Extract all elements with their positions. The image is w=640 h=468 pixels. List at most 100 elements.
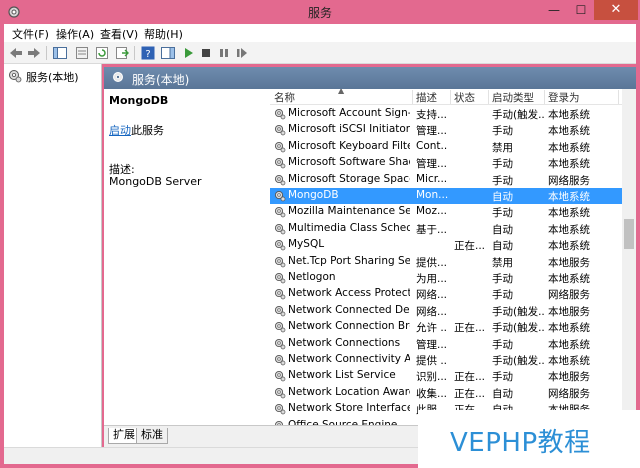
- service-name: MongoDB: [288, 189, 339, 201]
- service-row[interactable]: Network Connection Bro... 允许 ... 正在... 手动(触…: [270, 319, 622, 335]
- column-divider[interactable]: [412, 90, 413, 104]
- service-description: Mon...: [416, 189, 448, 201]
- column-divider[interactable]: [450, 90, 451, 104]
- service-name: Network Location Aware...: [288, 385, 410, 398]
- refresh-icon[interactable]: [94, 45, 110, 61]
- column-divider[interactable]: [488, 90, 489, 104]
- service-gear-icon: [274, 223, 286, 235]
- service-gear-icon: [274, 158, 286, 169]
- service-description: 收集...: [416, 387, 448, 400]
- service-row[interactable]: Microsoft Keyboard Filter Cont... 禁用 本地系统: [270, 139, 622, 155]
- column-header-log-on-as[interactable]: 登录为: [548, 90, 580, 105]
- service-gear-icon: [274, 174, 286, 185]
- console-tree-pane: 服务(本地): [4, 64, 102, 464]
- menu-help[interactable]: 帮助(H): [144, 26, 183, 42]
- pause-service-icon[interactable]: [216, 45, 232, 61]
- service-startup-type: 手动: [492, 125, 513, 138]
- service-log-on-as: 本地系统: [548, 322, 590, 335]
- service-row[interactable]: Microsoft Account Sign-i... 支持... 手动(触发...…: [270, 106, 622, 122]
- menu-view[interactable]: 查看(V): [100, 26, 138, 42]
- pane-header: 服务(本地): [104, 67, 636, 89]
- service-row[interactable]: Net.Tcp Port Sharing Ser... 提供... 禁用 本地服务: [270, 254, 622, 270]
- service-startup-type: 自动: [492, 387, 513, 400]
- service-name: Network Connected Devi...: [288, 303, 410, 316]
- start-service-link[interactable]: 启动: [109, 124, 131, 137]
- service-description-panel: MongoDB 启动此服务 描述: MongoDB Server: [104, 89, 270, 425]
- start-service-suffix: 此服务: [131, 124, 164, 137]
- service-status: 正在...: [454, 322, 486, 335]
- svg-text:?: ?: [145, 49, 150, 60]
- service-name: Microsoft Account Sign-i...: [288, 107, 410, 119]
- menu-file[interactable]: 文件(F): [12, 26, 49, 42]
- service-startup-type: 自动: [492, 223, 513, 236]
- service-gear-icon: [274, 125, 286, 136]
- service-gear-icon: [274, 322, 286, 333]
- service-row[interactable]: Microsoft Software Shad... 管理... 手动 本地系统: [270, 155, 622, 171]
- start-service-icon[interactable]: [180, 45, 196, 61]
- service-description: Moz...: [416, 205, 448, 218]
- service-description: 管理...: [416, 338, 448, 351]
- service-gear-icon: [274, 108, 286, 120]
- service-row[interactable]: MongoDB Mon... 自动 本地系统: [270, 188, 622, 205]
- restart-service-icon[interactable]: [234, 45, 250, 61]
- export-list-icon[interactable]: [114, 45, 130, 61]
- service-gear-icon: [274, 371, 286, 382]
- column-header-name[interactable]: 名称: [274, 90, 295, 105]
- service-row[interactable]: Network Connected Devi... 网络... 手动(触发... 本地…: [270, 303, 622, 319]
- service-startup-type: 手动(触发...: [492, 305, 544, 318]
- console-tree-icon[interactable]: [52, 45, 68, 61]
- scrollbar-thumb[interactable]: [624, 219, 634, 249]
- service-row[interactable]: Netlogon 为用... 手动 本地系统: [270, 270, 622, 286]
- service-description: 识别...: [416, 371, 448, 384]
- service-row[interactable]: Mozilla Maintenance Ser... Moz... 手动 本地系统: [270, 204, 622, 220]
- service-name: Microsoft iSCSI Initiator ...: [288, 123, 410, 136]
- minimize-button[interactable]: —: [540, 0, 568, 20]
- back-arrow-icon[interactable]: [8, 45, 24, 61]
- stop-service-icon[interactable]: [198, 45, 214, 61]
- service-row[interactable]: Network Connectivity Ass... 提供 ... 手动(触发..…: [270, 352, 622, 368]
- maximize-button[interactable]: ☐: [568, 0, 594, 20]
- service-row[interactable]: Network Location Aware... 收集... 正在... 自动 网络服…: [270, 385, 622, 401]
- forward-arrow-icon[interactable]: [26, 45, 42, 61]
- service-row[interactable]: Microsoft iSCSI Initiator ... 管理... 手动 本地系统: [270, 122, 622, 138]
- service-log-on-as: 网络服务: [548, 387, 590, 400]
- toolbar: ?: [4, 42, 636, 64]
- service-row[interactable]: Network Access Protecti... 网络... 手动 网络服务: [270, 286, 622, 302]
- column-header-status[interactable]: 状态: [454, 90, 475, 105]
- service-gear-icon: [274, 141, 286, 153]
- close-button[interactable]: ✕: [594, 0, 638, 20]
- service-name: Microsoft Storage Space...: [288, 172, 410, 185]
- service-row[interactable]: Network Connections 管理... 手动 本地系统: [270, 336, 622, 352]
- service-row[interactable]: Microsoft Storage Space... Micr... 手动 网络服务: [270, 172, 622, 188]
- column-header-description[interactable]: 描述: [416, 90, 437, 105]
- service-name: Network Store Interface ...: [288, 402, 410, 415]
- vertical-scrollbar[interactable]: [622, 89, 636, 425]
- service-log-on-as: 本地系统: [548, 109, 590, 121]
- column-divider[interactable]: [544, 90, 545, 104]
- service-log-on-as: 本地系统: [548, 273, 590, 285]
- service-row[interactable]: Multimedia Class Schedu... 基于... 自动 本地系统: [270, 221, 622, 237]
- help-icon[interactable]: ?: [140, 45, 156, 61]
- column-divider[interactable]: [618, 90, 619, 104]
- service-gear-icon: [274, 404, 286, 415]
- services-gear-icon: [9, 70, 22, 83]
- service-description: 支持...: [416, 109, 448, 121]
- service-description: 提供 ...: [416, 355, 448, 367]
- menu-action[interactable]: 操作(A): [56, 26, 94, 42]
- service-gear-icon: [274, 256, 286, 267]
- service-row[interactable]: MySQL 正在... 自动 本地系统: [270, 237, 622, 253]
- service-description: 允许 ...: [416, 322, 448, 335]
- service-name: Multimedia Class Schedu...: [288, 221, 410, 234]
- service-startup-type: 手动(触发...: [492, 322, 544, 335]
- service-startup-type: 手动: [492, 289, 513, 302]
- service-status: 正在...: [454, 387, 486, 400]
- properties-sheet-icon[interactable]: [74, 45, 90, 61]
- service-description: 网络...: [416, 289, 448, 302]
- column-header-startup-type[interactable]: 启动类型: [492, 90, 534, 105]
- service-row[interactable]: Network List Service 识别... 正在... 手动 本地服务: [270, 368, 622, 384]
- service-startup-type: 手动: [492, 207, 513, 220]
- show-hide-action-pane-icon[interactable]: [160, 45, 176, 61]
- tab-standard[interactable]: 标准: [136, 428, 168, 444]
- service-name: Network List Service: [288, 369, 396, 382]
- service-name: Microsoft Software Shad...: [288, 156, 410, 169]
